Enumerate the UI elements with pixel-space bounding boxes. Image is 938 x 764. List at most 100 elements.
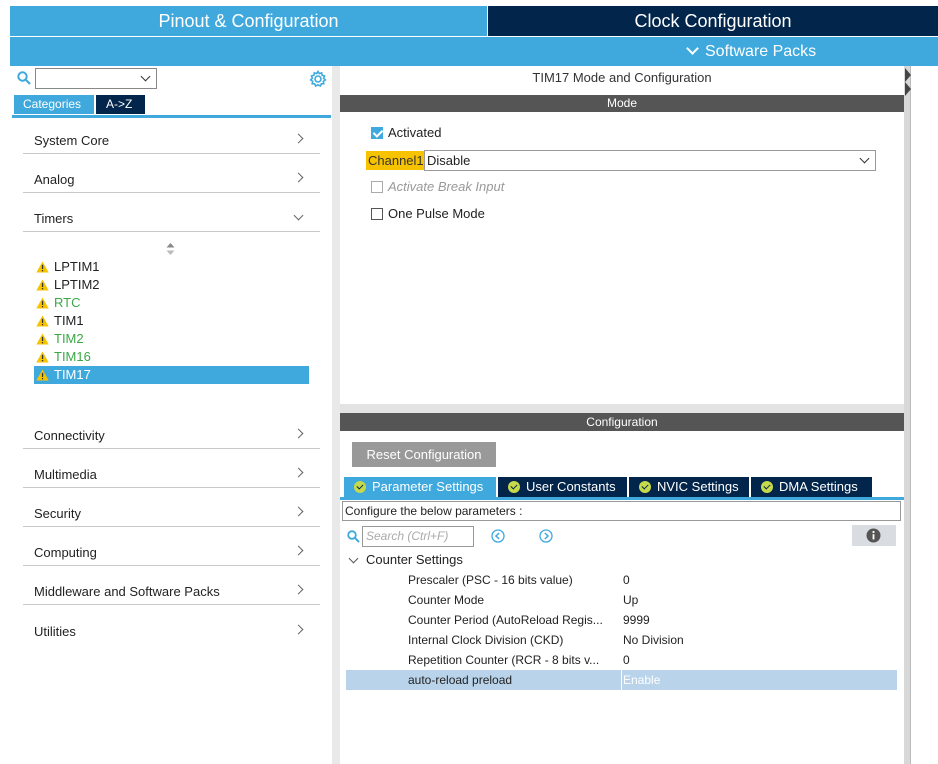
- search-combobox[interactable]: [35, 68, 157, 89]
- warning-icon: [36, 261, 49, 273]
- parameter-name: Prescaler (PSC - 16 bits value): [408, 573, 573, 587]
- timer-item-tim17[interactable]: TIM17: [34, 366, 309, 384]
- category-label: Analog: [34, 172, 75, 187]
- tab-pinout-configuration[interactable]: Pinout & Configuration: [10, 6, 487, 36]
- category-timers[interactable]: Timers: [23, 202, 320, 232]
- timer-label: RTC: [54, 295, 81, 310]
- chevron-right-icon: [293, 428, 304, 439]
- parameter-name: Repetition Counter (RCR - 8 bits v...: [408, 653, 600, 667]
- parameter-row[interactable]: Prescaler (PSC - 16 bits value) 0: [346, 570, 897, 590]
- search-icon: [17, 71, 31, 85]
- expand-arrow-icon[interactable]: [905, 68, 911, 82]
- channel1-select[interactable]: Disable: [424, 150, 876, 171]
- tab-label: Parameter Settings: [372, 479, 484, 494]
- tab-categories[interactable]: Categories: [14, 95, 94, 114]
- previous-match-icon[interactable]: [491, 529, 505, 543]
- expand-arrow-icon[interactable]: [905, 82, 911, 96]
- gear-icon[interactable]: [309, 70, 327, 88]
- tab-parameter-settings[interactable]: Parameter Settings: [344, 477, 496, 497]
- column-divider: [621, 670, 622, 690]
- chevron-right-icon: [293, 584, 304, 595]
- tab-a-to-z[interactable]: A->Z: [96, 95, 145, 114]
- timer-item-tim2[interactable]: TIM2: [34, 330, 309, 348]
- warning-icon: [36, 297, 49, 309]
- chevron-right-icon: [293, 467, 304, 478]
- warning-icon: [36, 315, 49, 327]
- panel-splitter[interactable]: [332, 66, 340, 764]
- channel1-select-value: Disable: [427, 153, 471, 168]
- tab-underline: [12, 115, 331, 118]
- category-analog[interactable]: Analog: [23, 163, 320, 193]
- parameter-value: No Division: [623, 633, 684, 647]
- category-label: Computing: [34, 545, 97, 560]
- category-security[interactable]: Security: [23, 497, 320, 527]
- break-input-checkbox: [371, 181, 383, 193]
- right-collapsed-panel: [910, 66, 938, 764]
- tab-dma-settings[interactable]: DMA Settings: [751, 477, 872, 497]
- configuration-section-header: Configuration: [340, 413, 904, 431]
- timer-label: LPTIM2: [54, 277, 100, 292]
- warning-icon: [36, 333, 49, 345]
- chevron-down-icon: [859, 153, 870, 164]
- tab-nvic-settings[interactable]: NVIC Settings: [629, 477, 749, 497]
- tab-label: NVIC Settings: [657, 479, 739, 494]
- activated-checkbox[interactable]: [371, 127, 383, 139]
- parameter-row[interactable]: Counter Mode Up: [346, 590, 897, 610]
- parameter-row[interactable]: Repetition Counter (RCR - 8 bits v... 0: [346, 650, 897, 670]
- parameter-value: 0: [623, 653, 630, 667]
- timer-item-tim16[interactable]: TIM16: [34, 348, 309, 366]
- parameter-value: Up: [623, 593, 639, 607]
- chevron-right-icon: [293, 545, 304, 556]
- category-connectivity[interactable]: Connectivity: [23, 419, 320, 449]
- tab-clock-configuration[interactable]: Clock Configuration: [488, 6, 938, 36]
- timer-item-lptim2[interactable]: LPTIM2: [34, 276, 309, 294]
- parameter-name: Internal Clock Division (CKD): [408, 633, 564, 647]
- software-packs-label: Software Packs: [705, 43, 817, 60]
- parameter-row[interactable]: Counter Period (AutoReload Regis... 9999: [346, 610, 897, 630]
- check-circle-icon: [354, 481, 366, 493]
- parameter-name: auto-reload preload: [408, 673, 513, 687]
- check-circle-icon: [761, 481, 773, 493]
- reset-configuration-button[interactable]: Reset Configuration: [352, 442, 496, 467]
- tab-user-constants[interactable]: User Constants: [498, 477, 627, 497]
- category-utilities[interactable]: Utilities: [23, 614, 320, 644]
- warning-icon: [36, 279, 49, 291]
- break-input-label: Activate Break Input: [388, 179, 505, 194]
- parameter-row-selected[interactable]: auto-reload preload Enable: [346, 670, 897, 690]
- mode-section-header: Mode: [340, 95, 904, 112]
- chevron-down-icon: [140, 71, 151, 82]
- timer-item-lptim1[interactable]: LPTIM1: [34, 258, 309, 276]
- parameter-value: Enable: [623, 673, 661, 687]
- category-system-core[interactable]: System Core: [23, 124, 320, 154]
- timer-label: TIM16: [54, 349, 91, 364]
- timer-item-tim1[interactable]: TIM1: [34, 312, 309, 330]
- search-icon: [347, 530, 360, 543]
- one-pulse-checkbox[interactable]: [371, 208, 383, 220]
- panel-splitter-horizontal[interactable]: [340, 404, 904, 413]
- parameter-name: Counter Mode: [408, 593, 485, 607]
- chevron-down-icon: [686, 42, 699, 55]
- timer-item-rtc[interactable]: RTC: [34, 294, 309, 312]
- mode-panel-title: TIM17 Mode and Configuration: [532, 70, 712, 85]
- parameter-row[interactable]: Internal Clock Division (CKD) No Division: [346, 630, 897, 650]
- next-match-icon[interactable]: [539, 529, 553, 543]
- timer-label: TIM1: [54, 313, 84, 328]
- category-multimedia[interactable]: Multimedia: [23, 458, 320, 488]
- parameter-value: 9999: [623, 613, 650, 627]
- parameter-group-label: Counter Settings: [366, 552, 463, 567]
- timer-label: LPTIM1: [54, 259, 100, 274]
- category-label: System Core: [34, 133, 110, 148]
- category-middleware[interactable]: Middleware and Software Packs: [23, 575, 320, 605]
- category-label: Timers: [34, 211, 74, 226]
- warning-icon: [36, 369, 49, 381]
- activated-label: Activated: [388, 125, 442, 140]
- chevron-right-icon: [293, 172, 304, 183]
- software-packs-menu[interactable]: Software Packs: [686, 42, 817, 62]
- chevron-down-icon[interactable]: [348, 553, 359, 564]
- parameter-search-input[interactable]: Search (Ctrl+F): [362, 526, 474, 547]
- tabs-underline: [340, 497, 904, 500]
- category-computing[interactable]: Computing: [23, 536, 320, 566]
- category-label: Multimedia: [34, 467, 97, 482]
- sort-icon[interactable]: [166, 243, 175, 255]
- channel1-label: Channel1: [366, 151, 426, 170]
